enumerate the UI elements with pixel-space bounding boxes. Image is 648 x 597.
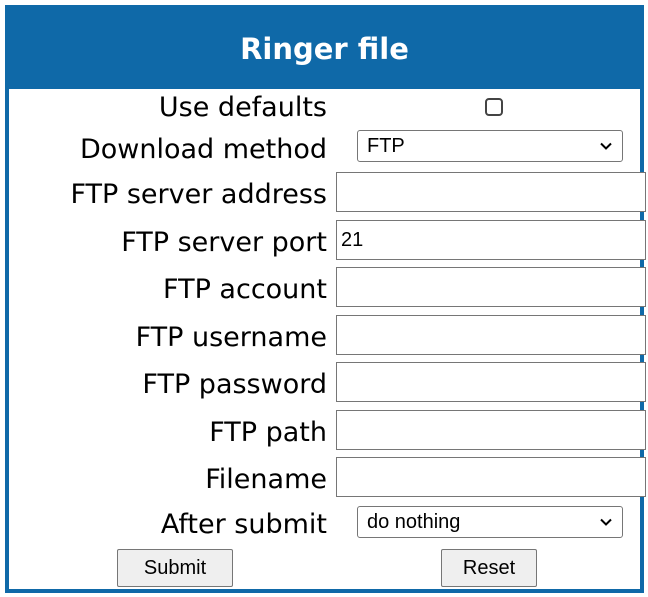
download-method-label: Download method bbox=[79, 134, 327, 165]
ftp-server-address-input[interactable] bbox=[336, 172, 646, 212]
after-submit-label: After submit bbox=[160, 509, 327, 540]
ftp-server-port-input[interactable]: 21 bbox=[336, 220, 646, 260]
use-defaults-label: Use defaults bbox=[158, 92, 327, 123]
ftp-path-input[interactable] bbox=[336, 410, 646, 450]
ftp-username-input[interactable] bbox=[336, 315, 646, 355]
after-submit-select[interactable]: do nothing bbox=[357, 506, 623, 538]
ftp-server-port-label: FTP server port bbox=[121, 227, 327, 258]
ringer-file-panel: Ringer file Use defaults Download method… bbox=[5, 5, 646, 593]
chevron-down-icon bbox=[600, 518, 612, 526]
ftp-server-address-label: FTP server address bbox=[70, 179, 327, 210]
after-submit-value: do nothing bbox=[367, 510, 461, 533]
ftp-account-input[interactable] bbox=[336, 267, 646, 307]
ftp-password-input[interactable] bbox=[336, 362, 646, 402]
reset-button[interactable]: Reset bbox=[441, 549, 537, 587]
panel-title: Ringer file bbox=[9, 9, 640, 89]
filename-label: Filename bbox=[205, 464, 327, 495]
ftp-password-label: FTP password bbox=[142, 369, 327, 400]
filename-input[interactable] bbox=[336, 457, 646, 497]
download-method-select[interactable]: FTP bbox=[357, 130, 623, 162]
submit-button[interactable]: Submit bbox=[117, 549, 233, 587]
ftp-account-label: FTP account bbox=[163, 274, 327, 305]
chevron-down-icon bbox=[600, 142, 612, 150]
download-method-value: FTP bbox=[367, 134, 405, 157]
ftp-path-label: FTP path bbox=[209, 417, 327, 448]
use-defaults-checkbox[interactable] bbox=[485, 98, 503, 116]
ftp-username-label: FTP username bbox=[135, 322, 327, 353]
